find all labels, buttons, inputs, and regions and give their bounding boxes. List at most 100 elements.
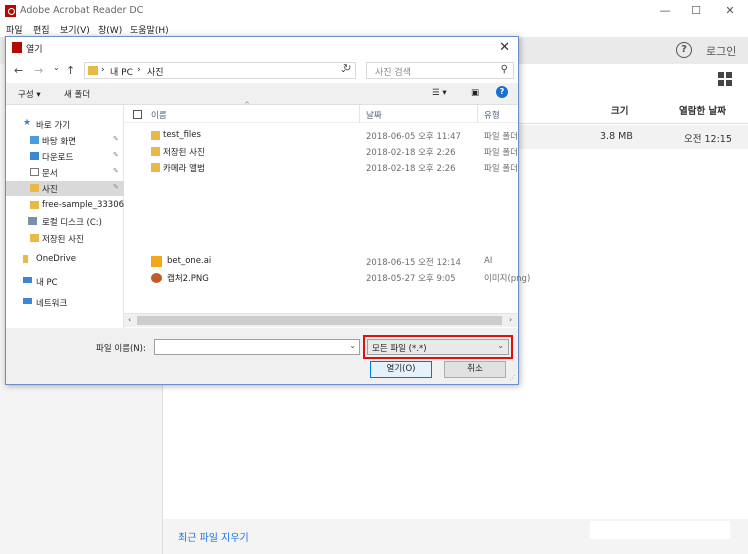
menu-file[interactable]: 파일 <box>6 23 23 36</box>
dialog-titlebar: 열기 ✕ <box>6 37 518 59</box>
nav-this-pc[interactable]: 내 PC <box>6 274 124 289</box>
help-icon[interactable]: ? <box>496 86 508 98</box>
file-list-header: ^ 이름 날짜 유형 <box>124 101 518 123</box>
nav-downloads[interactable]: 다운로드 ✎ <box>6 149 124 164</box>
scroll-left-icon[interactable]: ‹ <box>128 315 131 324</box>
forward-arrow-icon[interactable]: → <box>34 64 43 77</box>
star-icon: ★ <box>23 118 32 128</box>
column-separator[interactable] <box>359 105 360 123</box>
menu-help[interactable]: 도움말(H) <box>130 23 169 36</box>
search-placeholder: 사진 검색 <box>375 68 411 78</box>
nav-onedrive[interactable]: OneDrive <box>6 252 124 267</box>
open-button[interactable]: 열기(O) <box>370 361 432 378</box>
column-date[interactable]: 날짜 <box>366 109 382 121</box>
network-icon <box>23 298 32 304</box>
help-icon[interactable]: ? <box>676 42 692 58</box>
file-type-filter[interactable]: 모든 파일 (*.*) ⌄ <box>367 339 509 355</box>
nav-saved-pictures[interactable]: 저장된 사진 <box>6 231 124 246</box>
breadcrumb-pictures[interactable]: 사진 <box>147 65 164 78</box>
app-title: Adobe Acrobat Reader DC <box>20 5 144 16</box>
pin-icon: ✎ <box>113 183 119 191</box>
nav-desktop[interactable]: 바탕 화면 ✎ <box>6 133 124 148</box>
preview-pane-icon[interactable]: ▣ <box>471 88 479 98</box>
column-opened[interactable]: 열람한 날짜 <box>679 103 726 117</box>
file-type: 파일 폴더 <box>484 164 518 174</box>
illustrator-file-icon <box>151 256 162 267</box>
chevron-down-icon[interactable]: ⌄ <box>497 341 504 350</box>
file-type: AI <box>484 256 493 266</box>
file-name: 저장된 사진 <box>163 148 205 158</box>
file-row[interactable]: test_files 2018-06-05 오후 11:47 파일 폴더 <box>124 128 518 144</box>
onedrive-icon <box>23 255 28 263</box>
dialog-title: 열기 <box>26 45 43 55</box>
image-file-icon <box>151 273 162 283</box>
scrollbar-thumb[interactable] <box>137 316 502 325</box>
address-bar-row: ← → ⌄ ↑ › 내 PC › 사진 ⌄ ↻ 사진 검색 ⚲ <box>6 59 518 83</box>
file-row[interactable]: 카메라 앨범 2018-02-18 오후 2:26 파일 폴더 <box>124 160 518 176</box>
recent-locations-chevron-icon[interactable]: ⌄ <box>53 63 60 72</box>
nav-pictures[interactable]: 사진 ✎ <box>6 181 124 196</box>
file-row[interactable]: 저장된 사진 2018-02-18 오후 2:26 파일 폴더 <box>124 144 518 160</box>
file-date: 2018-06-05 오후 11:47 <box>366 132 461 142</box>
nav-free-sample[interactable]: free-sample_33306 <box>6 198 124 213</box>
folder-icon <box>30 234 39 242</box>
breadcrumb-sep: › <box>101 65 105 75</box>
nav-local-disk[interactable]: 로컬 디스크 (C:) <box>6 214 124 229</box>
column-type[interactable]: 유형 <box>484 109 500 121</box>
column-separator[interactable] <box>477 105 478 123</box>
nav-label: OneDrive <box>36 254 76 264</box>
file-type: 이미지(png) <box>484 274 531 284</box>
scroll-right-icon[interactable]: › <box>509 315 512 324</box>
column-size[interactable]: 크기 <box>611 103 628 117</box>
column-name[interactable]: 이름 <box>151 109 167 121</box>
nav-label: 다운로드 <box>42 153 74 163</box>
login-button[interactable]: 로그인 <box>706 43 736 59</box>
file-name: test_files <box>163 130 201 140</box>
select-all-checkbox[interactable] <box>133 110 142 119</box>
refresh-icon[interactable]: ↻ <box>343 63 351 74</box>
organize-button[interactable]: 구성 ▾ <box>18 88 41 100</box>
file-row[interactable]: bet_one.ai 2018-06-15 오전 12:14 AI <box>124 254 518 270</box>
app-titlebar: Adobe Acrobat Reader DC — ☐ ✕ <box>0 0 748 22</box>
new-folder-button[interactable]: 새 폴더 <box>64 88 90 100</box>
back-arrow-icon[interactable]: ← <box>14 64 23 77</box>
file-date: 2018-05-27 오후 9:05 <box>366 274 456 284</box>
up-arrow-icon[interactable]: ↑ <box>66 64 75 77</box>
view-options-icon[interactable]: ☰ ▾ <box>432 88 447 98</box>
open-file-dialog: 열기 ✕ ← → ⌄ ↑ › 내 PC › 사진 ⌄ ↻ 사진 검색 ⚲ 구성 … <box>5 36 530 385</box>
horizontal-scrollbar[interactable]: ‹ › <box>124 313 518 327</box>
breadcrumb-sep: › <box>137 65 141 75</box>
search-input[interactable]: 사진 검색 ⚲ <box>366 62 514 79</box>
resize-grip-icon[interactable]: ⋰ <box>509 374 516 382</box>
nav-quick-access[interactable]: ★ 바로 가기 <box>6 117 124 132</box>
nav-label: 바로 가기 <box>36 121 70 131</box>
chevron-down-icon[interactable]: ⌄ <box>349 341 356 350</box>
menu-edit[interactable]: 편집 <box>33 23 50 36</box>
folder-icon <box>151 163 160 172</box>
grid-view-icon[interactable] <box>718 72 732 86</box>
maximize-button[interactable]: ☐ <box>681 3 711 19</box>
minimize-button[interactable]: — <box>650 3 680 19</box>
close-button[interactable]: ✕ <box>715 3 745 19</box>
computer-icon <box>23 277 32 283</box>
download-icon <box>30 152 39 160</box>
cancel-button[interactable]: 취소 <box>444 361 506 378</box>
dialog-close-button[interactable]: ✕ <box>499 40 510 55</box>
menu-view[interactable]: 보기(V) <box>60 23 90 36</box>
folder-icon <box>151 147 160 156</box>
dialog-bottom-bar: 파일 이름(N): ⌄ 모든 파일 (*.*) ⌄ 열기(O) 취소 ⋰ <box>6 328 518 384</box>
breadcrumb-my-pc[interactable]: 내 PC <box>110 65 133 78</box>
menu-window[interactable]: 창(W) <box>98 23 122 36</box>
acrobat-logo-icon <box>12 42 22 53</box>
file-row[interactable]: 캡처2.PNG 2018-05-27 오후 9:05 이미지(png) <box>124 270 530 286</box>
search-icon: ⚲ <box>500 64 508 75</box>
document-icon <box>30 168 39 176</box>
filename-input[interactable]: ⌄ <box>154 339 360 355</box>
pictures-icon <box>30 184 39 192</box>
nav-network[interactable]: 네트워크 <box>6 295 124 310</box>
file-date: 2018-02-18 오후 2:26 <box>366 164 456 174</box>
clear-recent-files-link[interactable]: 최근 파일 지우기 <box>178 529 249 544</box>
nav-documents[interactable]: 문서 ✎ <box>6 165 124 180</box>
address-bar[interactable]: › 내 PC › 사진 ⌄ <box>84 62 356 79</box>
nav-label: 저장된 사진 <box>42 235 84 245</box>
